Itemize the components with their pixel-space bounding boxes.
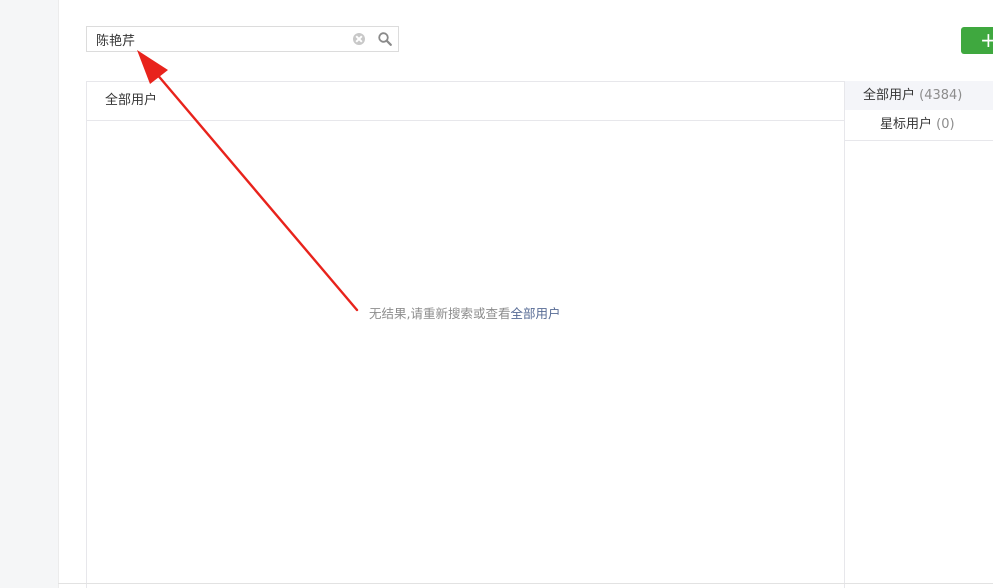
bottom-divider (58, 583, 993, 584)
clear-icon[interactable] (353, 33, 365, 45)
user-list-panel: 全部用户 无结果,请重新搜索或查看全部用户 (86, 81, 845, 588)
group-item-starred-users[interactable]: 星标用户 (0) (845, 110, 993, 141)
left-sidebar (0, 0, 59, 588)
group-sidebar: 全部用户 (4384) 星标用户 (0) (844, 81, 993, 588)
view-all-users-link[interactable]: 全部用户 (510, 306, 560, 321)
add-button[interactable]: + (961, 27, 993, 54)
search-input[interactable] (87, 27, 345, 51)
group-label: 星标用户 (880, 117, 933, 132)
group-label: 全部用户 (863, 88, 916, 103)
search-box (86, 26, 399, 52)
panel-title: 全部用户 (87, 82, 844, 121)
search-icon[interactable] (377, 31, 393, 47)
group-item-all-users[interactable]: 全部用户 (4384) (845, 81, 993, 110)
empty-result-text: 无结果,请重新搜索或查看 (369, 306, 511, 321)
empty-result-message: 无结果,请重新搜索或查看全部用户 (369, 303, 561, 322)
group-count: (0) (936, 117, 955, 132)
group-count: (4384) (919, 88, 963, 103)
